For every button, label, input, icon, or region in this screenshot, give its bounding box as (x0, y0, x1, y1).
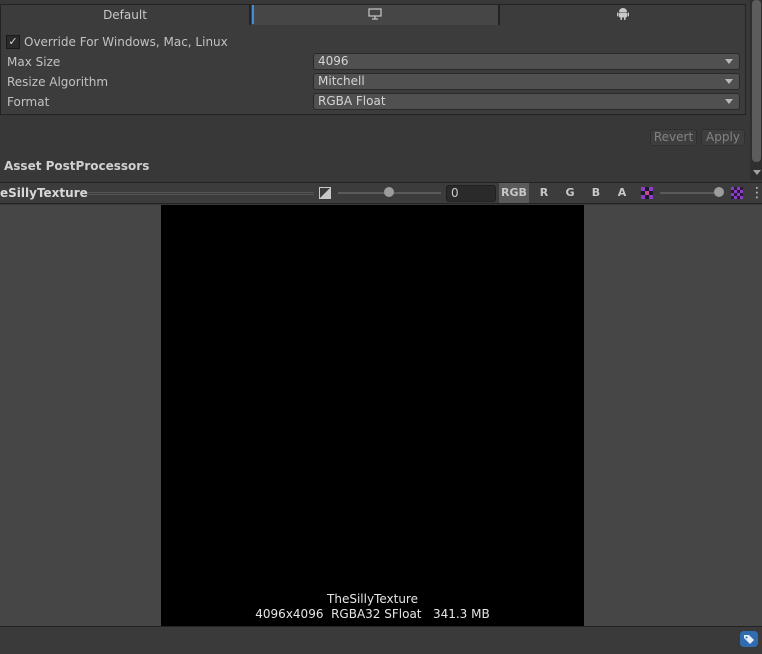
tab-default[interactable]: Default (0, 4, 250, 26)
zoom-slider-handle[interactable] (714, 187, 724, 197)
texture-details: 4096x4096 RGBA32 SFloat 341.3 MB (255, 607, 490, 621)
exposure-icon[interactable] (319, 187, 331, 199)
channel-b-button[interactable]: B (583, 183, 609, 203)
zoom-slider-track[interactable] (660, 192, 722, 194)
texture-name: TheSillyTexture (327, 592, 418, 606)
chevron-down-icon (725, 59, 733, 64)
override-label: Override For Windows, Mac, Linux (24, 35, 228, 49)
asset-postprocessors-header[interactable]: Asset PostProcessors (4, 158, 149, 174)
apply-button[interactable]: Apply (701, 129, 745, 146)
mip-slider-handle[interactable] (384, 187, 394, 197)
max-size-value: 4096 (318, 54, 349, 68)
checker-small-icon[interactable] (641, 187, 653, 199)
revert-button[interactable]: Revert (650, 129, 697, 146)
tab-standalone[interactable] (250, 4, 499, 26)
channel-r-button[interactable]: R (531, 183, 557, 203)
asset-labels-icon[interactable] (740, 631, 758, 647)
toolbar-divider-line (87, 192, 314, 195)
status-bar (0, 626, 762, 654)
channel-rgb-button[interactable]: RGB (499, 183, 529, 203)
android-icon (616, 7, 629, 23)
scrollbar-thumb[interactable] (752, 0, 761, 162)
resize-algorithm-value: Mitchell (318, 74, 365, 88)
channel-g-button[interactable]: G (557, 183, 583, 203)
resize-algorithm-label: Resize Algorithm (7, 75, 109, 89)
channel-a-button[interactable]: A (609, 183, 635, 203)
preview-title: eSillyTexture (0, 186, 88, 200)
max-size-label: Max Size (7, 55, 61, 69)
chevron-down-icon (725, 79, 733, 84)
format-dropdown[interactable]: RGBA Float (313, 93, 740, 110)
resize-algorithm-dropdown[interactable]: Mitchell (313, 73, 740, 90)
override-checkbox[interactable]: ✓ (6, 35, 20, 49)
more-options-icon[interactable]: ⋮ (750, 186, 762, 200)
chevron-down-icon (725, 99, 733, 104)
scroll-down-arrow-icon[interactable] (753, 170, 761, 175)
checker-large-icon[interactable] (731, 187, 743, 199)
format-label: Format (7, 95, 50, 109)
monitor-icon (367, 7, 382, 23)
tab-android[interactable] (499, 4, 746, 26)
tab-active-indicator (252, 5, 254, 24)
mip-level-field[interactable]: 0 (446, 185, 496, 202)
tab-default-label: Default (103, 8, 147, 22)
format-value: RGBA Float (318, 94, 386, 108)
max-size-dropdown[interactable]: 4096 (313, 53, 740, 70)
texture-preview[interactable] (161, 205, 584, 626)
